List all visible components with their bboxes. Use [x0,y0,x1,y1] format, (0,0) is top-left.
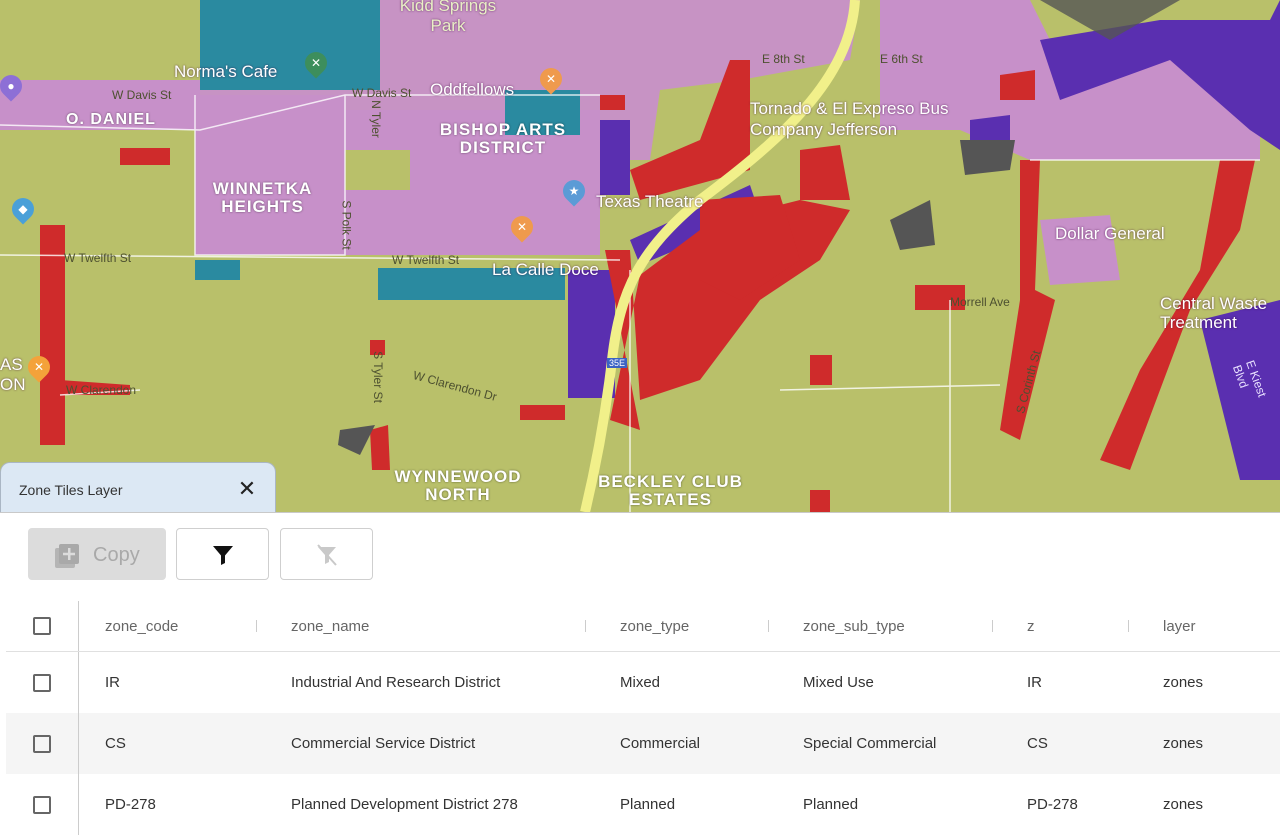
row-checkbox[interactable] [33,673,51,692]
street-i35e-shield: 35E [607,358,628,368]
column-header-layer[interactable]: layer [1137,601,1280,652]
column-header-zone-type[interactable]: zone_type [594,601,777,652]
place-tornado-bus[interactable]: Tornado & El Expreso Bus Company Jeffers… [750,98,965,140]
street-s-tyler-st: S Tyler St [370,351,385,403]
restaurant-pin-icon[interactable]: ✕ [23,351,55,383]
street-e-6th-st: E 6th St [880,52,923,66]
zone-gray-3 [960,140,1015,175]
attribute-table: zone_code zone_name zone_type zone_sub_t… [6,601,1280,835]
restaurant-pin-icon[interactable]: ✕ [300,47,332,79]
zone-red-11 [1000,70,1035,100]
zone-purple-1 [600,120,630,195]
restaurant-pin-icon[interactable]: ✕ [535,63,567,95]
row-checkbox[interactable] [33,795,51,814]
place-as-on[interactable]: AS ON [0,355,26,395]
column-header-z[interactable]: z [1001,601,1137,652]
theater-pin-icon[interactable]: ★ [558,175,590,207]
row-select-cell [6,651,79,713]
cell-zone-code: IR [105,674,120,691]
street-w-clarendon: W Clarendon [66,383,137,397]
cell-zone-type: Planned [620,796,676,813]
cell-zone-sub-type: Mixed Use [803,674,874,691]
cell-zone-name: Planned Development District 278 [291,796,518,813]
table-row[interactable]: PD-278 Planned Development District 278 … [6,774,1280,835]
cell-z: CS [1001,713,1137,774]
zone-red-2 [120,148,170,165]
clear-filter-button[interactable] [280,528,373,580]
label-beckley-club-estates: BECKLEY CLUB ESTATES [598,472,743,509]
zone-red-12 [810,490,830,512]
select-all-checkbox[interactable] [33,617,51,636]
zone-red-8 [370,425,390,470]
row-select-cell [6,774,79,835]
column-resize-handle[interactable] [585,620,586,632]
place-central-waste[interactable]: Central Waste Treatment [1160,294,1280,332]
cell-zone-name: Commercial Service District [265,713,594,774]
column-header-zone-sub-type[interactable]: zone_sub_type [777,601,1001,652]
cell-z: IR [1027,674,1042,691]
row-checkbox[interactable] [33,734,51,753]
street-n-tyler-st: N Tyler [368,100,383,138]
zone-red-6 [810,355,832,385]
cell-zone-sub-type: Planned [803,796,859,813]
street-s-polk-st: S Polk St [339,200,354,250]
table-header-row: zone_code zone_name zone_type zone_sub_t… [6,601,1280,652]
filter-icon [213,546,233,565]
label-wynnewood-north: WYNNEWOOD NORTH [394,467,522,504]
place-normas-cafe[interactable]: Norma's Cafe [174,62,277,81]
street-w-davis-st-west: W Davis St [112,88,172,102]
place-texas-theatre[interactable]: Texas Theatre [596,192,703,211]
attribute-panel: Copy zone_code zone_name zone_type zone_… [0,512,1280,835]
library-add-icon [55,544,79,568]
column-resize-handle[interactable] [768,620,769,632]
place-dollar-general[interactable]: Dollar General [1055,224,1165,243]
place-oddfellows[interactable]: Oddfellows [430,80,514,99]
zone-red-7 [520,405,565,420]
zone-mixed-patch-2 [345,150,410,190]
column-resize-handle[interactable] [992,620,993,632]
layer-tab-title: Zone Tiles Layer [19,482,123,498]
label-bishop-arts-district: BISHOP ARTS DISTRICT [439,120,567,157]
close-icon[interactable]: ✕ [235,477,259,501]
cell-layer: zones [1163,796,1204,813]
filter-button[interactable] [176,528,269,580]
cell-z: PD-278 [1027,796,1078,813]
column-header-zone-name[interactable]: zone_name [265,601,594,652]
column-header-zone-code[interactable]: zone_code [78,601,265,652]
label-o-daniel: O. DANIEL [66,111,156,128]
street-w-twelfth-st-west: W Twelfth St [64,251,132,265]
column-resize-handle[interactable] [1128,620,1129,632]
cell-zone-type: Commercial [594,713,777,774]
zoning-map[interactable]: O. DANIEL WINNETKA HEIGHTS BISHOP ARTS D… [0,0,1280,512]
table-row[interactable]: CS Commercial Service District Commercia… [6,713,1280,774]
street-morrell-ave: Morrell Ave [950,295,1010,309]
filter-off-icon [317,544,337,566]
row-select-cell [6,713,79,774]
street-w-twelfth-st: W Twelfth St [392,253,460,267]
cell-zone-type: Mixed [620,674,661,691]
restaurant-pin-icon[interactable]: ✕ [506,211,538,243]
label-winnetka-heights: WINNETKA HEIGHTS [212,179,313,216]
copy-button[interactable]: Copy [28,528,166,580]
cell-zone-code: CS [78,713,265,774]
zone-teal-small [195,260,240,280]
cell-zone-name: Industrial And Research District [291,674,501,691]
zone-red-10 [600,95,625,110]
zone-red-west-strip [40,225,65,445]
column-resize-handle[interactable] [256,620,257,632]
street-w-davis-st: W Davis St [352,86,412,100]
layer-tab[interactable]: Zone Tiles Layer ✕ [0,462,276,512]
cell-zone-code: PD-278 [105,796,156,813]
shopping-pin-icon[interactable]: ◆ [7,193,39,225]
copy-button-label: Copy [93,544,140,566]
zone-winnetka [195,95,345,255]
table-row[interactable]: IR Industrial And Research District Mixe… [6,651,1280,713]
cell-layer: zones [1137,713,1280,774]
place-la-calle-doce[interactable]: La Calle Doce [492,260,599,279]
select-all-cell [6,601,79,652]
cell-layer: zones [1163,674,1204,691]
cell-zone-sub-type: Special Commercial [777,713,1001,774]
place-kidd-springs-park[interactable]: Kidd Springs Park [388,0,508,36]
street-e-8th-st: E 8th St [762,52,805,66]
